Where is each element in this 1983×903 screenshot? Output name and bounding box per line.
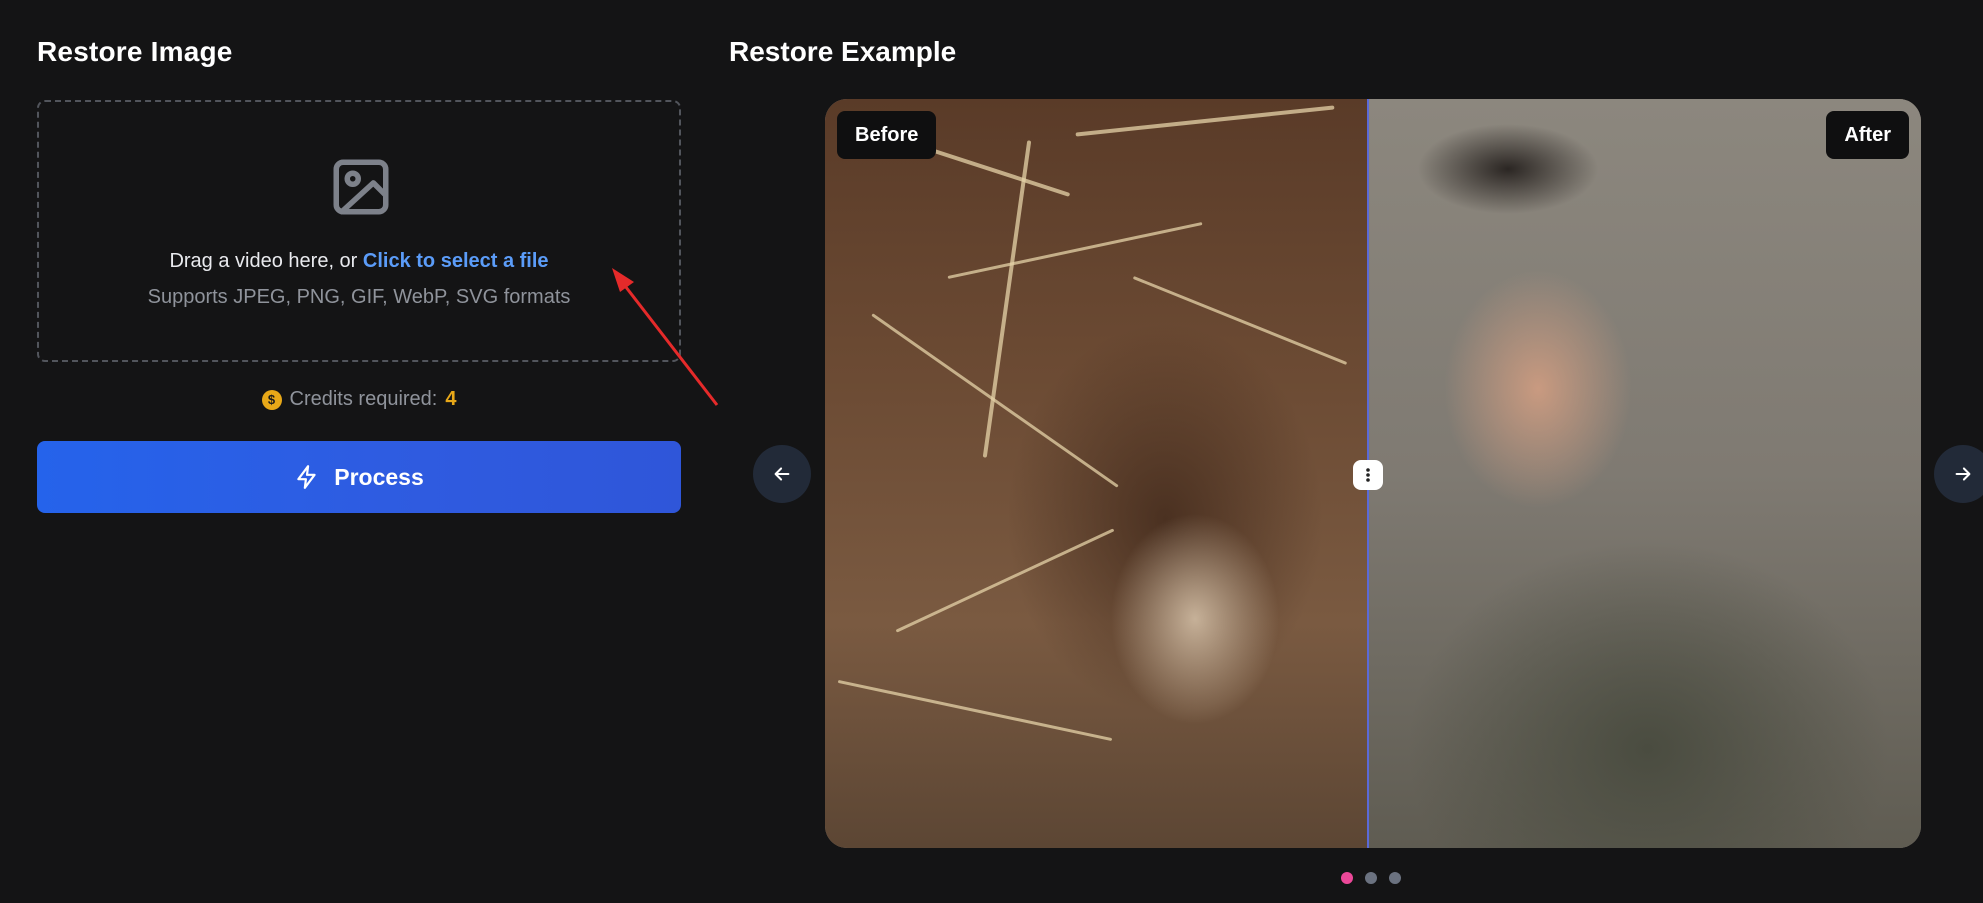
drag-handle-icon	[1366, 468, 1370, 482]
file-dropzone[interactable]: Drag a video here, or Click to select a …	[37, 100, 681, 362]
supported-formats-text: Supports JPEG, PNG, GIF, WebP, SVG forma…	[147, 286, 571, 308]
image-icon	[333, 159, 389, 215]
slide-indicators	[1341, 872, 1401, 884]
page: Restore Image Drag a video here, or Clic…	[0, 0, 1983, 903]
arrow-left-icon	[774, 467, 790, 481]
photo-crack	[1132, 276, 1348, 365]
next-slide-button[interactable]	[1934, 445, 1983, 503]
slide-dot-3[interactable]	[1389, 872, 1401, 884]
lightning-icon	[297, 465, 316, 489]
after-image	[1368, 99, 1921, 848]
coin-icon: $	[261, 389, 282, 410]
after-label: After	[1826, 111, 1909, 159]
photo-crack	[837, 679, 1113, 742]
comparison-slider-handle[interactable]	[1353, 460, 1383, 490]
before-image	[825, 99, 1368, 848]
previous-slide-button[interactable]	[753, 445, 811, 503]
slide-dot-1[interactable]	[1341, 872, 1353, 884]
dropzone-prefix-text: Drag a video here, or	[169, 250, 358, 272]
dropzone-instructions: Drag a video here, or Click to select a …	[39, 250, 679, 273]
process-button-label: Process	[334, 463, 424, 490]
before-label: Before	[837, 111, 937, 159]
process-button[interactable]: Process	[37, 441, 681, 513]
photo-crack	[947, 222, 1203, 279]
credits-label: Credits required:	[289, 388, 438, 410]
restore-image-title: Restore Image	[37, 36, 233, 67]
slide-dot-2[interactable]	[1365, 872, 1377, 884]
photo-crack	[871, 313, 1119, 488]
select-file-link[interactable]: Click to select a file	[363, 250, 549, 272]
restore-example-title: Restore Example	[729, 36, 957, 67]
credits-required: $ Credits required: 4	[37, 388, 681, 411]
annotation-arrow	[612, 268, 719, 406]
credits-value: 4	[445, 388, 457, 410]
photo-crack	[895, 528, 1115, 633]
before-after-comparison[interactable]: Before After	[825, 99, 1921, 848]
arrow-right-icon	[1955, 467, 1971, 481]
photo-crack	[1075, 105, 1335, 137]
